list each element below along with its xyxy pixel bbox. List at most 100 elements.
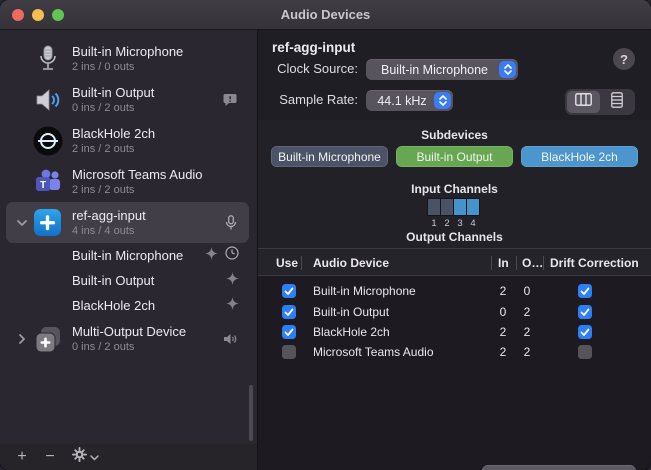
subdevice-pill-blackhole-2ch[interactable]: BlackHole 2ch [521, 146, 638, 167]
device-cell: BlackHole 2ch [313, 325, 390, 339]
columns-view-button[interactable] [567, 91, 600, 113]
device-row-multi-output-device[interactable]: Multi-Output Device 0 ins / 2 outs [6, 318, 249, 359]
column-header-in[interactable]: In [498, 256, 509, 270]
device-detail: 2 ins / 0 outs [72, 60, 243, 74]
clock-icon [225, 246, 239, 265]
multi-output-device-icon [32, 323, 63, 354]
table-row[interactable]: Built-in Output 0 2 [258, 302, 651, 322]
teams-icon: T [32, 166, 63, 197]
view-mode-segmented-control [565, 89, 635, 115]
device-name: BlackHole 2ch [72, 126, 243, 142]
minimize-button[interactable] [32, 9, 44, 21]
column-header-drift-correction[interactable]: Drift Correction [550, 256, 639, 270]
device-sidebar: Built-in Microphone 2 ins / 0 outs [0, 30, 258, 470]
stepper-chevrons-icon [499, 61, 516, 78]
configure-speakers-button[interactable]: Configure Speakers… [482, 465, 636, 470]
chevron-right-icon[interactable] [12, 334, 32, 344]
drift-checkbox[interactable] [578, 325, 592, 339]
chevron-down-icon[interactable] [12, 220, 32, 226]
page-title: ref-agg-input [272, 40, 355, 55]
channel-2-swatch[interactable] [441, 199, 453, 215]
subdevice-row-built-in-output[interactable]: Built-in Output [0, 268, 257, 293]
table-row[interactable]: Built-in Microphone 2 0 [258, 281, 651, 301]
table-row[interactable]: Microsoft Teams Audio 2 2 [258, 342, 651, 362]
device-name: ref-agg-input [72, 208, 225, 224]
add-device-button[interactable]: + [10, 445, 34, 469]
default-input-mic-icon [225, 215, 237, 231]
subdevice-pills: Built-in Microphone Built-in Output Blac… [258, 146, 651, 167]
clock-source-select[interactable]: Built-in Microphone [366, 59, 518, 80]
sample-rate-label: Sample Rate: [258, 92, 358, 107]
chevron-down-icon [90, 448, 99, 466]
subdevice-pill-built-in-microphone[interactable]: Built-in Microphone [271, 146, 388, 167]
gear-icon [72, 447, 87, 467]
input-channels-heading: Input Channels [258, 182, 651, 196]
column-header-audio-device[interactable]: Audio Device [313, 256, 389, 270]
remove-device-button[interactable]: − [38, 445, 62, 469]
rows-view-icon [611, 92, 623, 113]
channel-3-swatch[interactable] [454, 199, 466, 215]
device-name: Built-in Microphone [72, 44, 243, 60]
device-row-built-in-microphone[interactable]: Built-in Microphone 2 ins / 0 outs [6, 38, 249, 79]
table-row[interactable]: BlackHole 2ch 2 2 [258, 322, 651, 342]
subdevice-row-blackhole-2ch[interactable]: BlackHole 2ch [0, 293, 257, 318]
channel-1-swatch[interactable] [428, 199, 440, 215]
device-name: Built-in Output [72, 85, 223, 101]
use-checkbox[interactable] [282, 345, 296, 359]
zoom-button[interactable] [52, 9, 64, 21]
device-detail: 0 ins / 2 outs [72, 101, 223, 115]
out-cell: 2 [516, 305, 538, 319]
drift-checkbox[interactable] [578, 305, 592, 319]
use-checkbox[interactable] [282, 325, 296, 339]
speaker-icon [32, 84, 63, 115]
device-name: Multi-Output Device [72, 324, 223, 340]
drift-checkbox[interactable] [578, 284, 592, 298]
column-header-use[interactable]: Use [276, 256, 298, 270]
aggregate-device-icon [32, 207, 63, 238]
window-title: Audio Devices [281, 7, 371, 22]
columns-view-icon [575, 93, 592, 111]
drift-checkbox[interactable] [578, 345, 592, 359]
column-header-out[interactable]: O… [522, 256, 543, 270]
device-row-built-in-output[interactable]: Built-in Output 0 ins / 2 outs [6, 79, 249, 120]
sidebar-scrollbar[interactable] [249, 385, 253, 441]
device-row-microsoft-teams-audio[interactable]: T Microsoft Teams Audio 2 ins / 2 outs [6, 161, 249, 202]
rows-view-button[interactable] [601, 91, 634, 113]
help-button[interactable]: ? [613, 48, 635, 70]
device-list: Built-in Microphone 2 ins / 0 outs [0, 30, 257, 359]
device-detail-panel: ref-agg-input ? Clock Source: Built-in M… [258, 30, 651, 470]
device-detail: 4 ins / 4 outs [72, 224, 225, 238]
device-name: Microsoft Teams Audio [72, 167, 243, 183]
in-cell: 2 [492, 345, 514, 359]
close-button[interactable] [12, 9, 24, 21]
sample-rate-select[interactable]: 44.1 kHz [366, 90, 453, 111]
in-cell: 2 [492, 325, 514, 339]
title-bar[interactable]: Audio Devices [0, 0, 651, 30]
device-cell: Built-in Microphone [313, 284, 416, 298]
input-channel-numbers: 1 2 3 4 [427, 217, 480, 230]
blackhole-icon [32, 125, 63, 156]
device-row-ref-agg-input[interactable]: ref-agg-input 4 ins / 4 outs [6, 202, 249, 243]
audio-devices-window: Audio Devices [0, 0, 651, 470]
device-detail: 2 ins / 2 outs [72, 142, 243, 156]
microphone-icon [32, 43, 63, 74]
device-cell: Microsoft Teams Audio [313, 345, 434, 359]
signal-icon [205, 247, 218, 265]
use-checkbox[interactable] [282, 305, 296, 319]
signal-icon [226, 272, 239, 290]
use-checkbox[interactable] [282, 284, 296, 298]
subdevice-pill-built-in-output[interactable]: Built-in Output [396, 146, 513, 167]
output-channels-heading: Output Channels [258, 230, 651, 244]
device-header-section: ref-agg-input ? Clock Source: Built-in M… [258, 30, 651, 120]
subdevices-heading: Subdevices [258, 128, 651, 142]
clock-source-label: Clock Source: [258, 61, 358, 76]
alert-sound-bubble-icon [223, 93, 237, 106]
channel-4-swatch[interactable] [467, 199, 479, 215]
device-detail: 0 ins / 2 outs [72, 340, 223, 354]
device-row-blackhole-2ch[interactable]: BlackHole 2ch 2 ins / 2 outs [6, 120, 249, 161]
subdevice-row-built-in-microphone[interactable]: Built-in Microphone [0, 243, 257, 268]
actions-menu-button[interactable] [72, 447, 99, 467]
in-cell: 2 [492, 284, 514, 298]
traffic-lights [12, 0, 64, 30]
table-header: Use Audio Device In O… Drift Correction [258, 248, 651, 276]
